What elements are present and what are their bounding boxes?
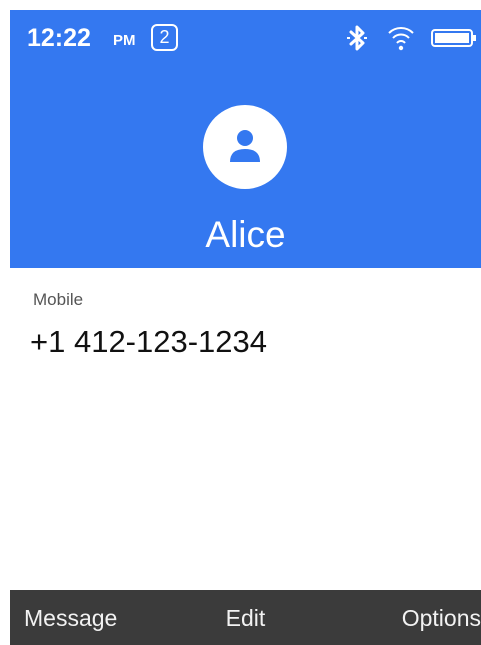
status-bar: 12:22 PM 2 (10, 10, 481, 70)
battery-icon (431, 29, 476, 47)
bluetooth-icon (347, 25, 367, 51)
phone-type-label: Mobile (33, 290, 84, 309)
contact-avatar (203, 105, 287, 189)
sim-slot-badge: 2 (151, 24, 178, 51)
softkey-bar: Message Edit Options (10, 590, 481, 645)
contact-header: 12:22 PM 2 Alice (10, 10, 481, 268)
wifi-icon (388, 27, 414, 51)
contact-name: Alice (205, 214, 286, 255)
status-ampm: PM (113, 32, 136, 49)
contact-detail-screen: 12:22 PM 2 Alice Mobile +1 412-123-1234 … (10, 10, 481, 645)
phone-number[interactable]: +1 412-123-1234 (30, 324, 267, 360)
status-time: 12:22 (27, 24, 91, 52)
options-softkey[interactable]: Options (402, 605, 481, 632)
contact-details: Mobile +1 412-123-1234 (10, 268, 481, 590)
person-icon (230, 130, 260, 162)
